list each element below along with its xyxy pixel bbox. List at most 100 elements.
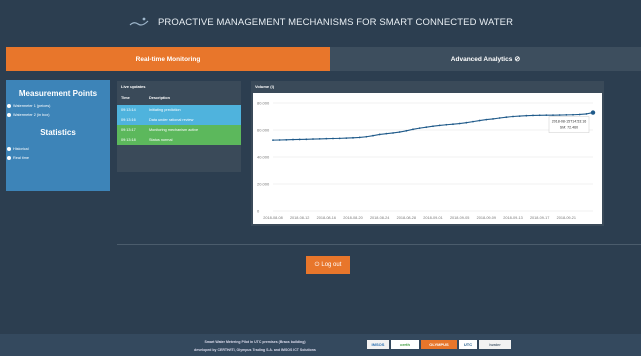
data-point	[505, 116, 508, 119]
x-tick-label: 2018-08-08	[263, 216, 282, 220]
tab-real-time-monitoring[interactable]: Real-time Monitoring	[6, 47, 330, 71]
y-tick-label: 20.000	[257, 182, 270, 187]
data-point	[485, 118, 488, 121]
app-title: PROACTIVE MANAGEMENT MECHANISMS FOR SMAR…	[157, 16, 514, 28]
data-point	[278, 139, 281, 141]
tab-advanced-analytics[interactable]: Advanced Analytics ⊘	[330, 47, 641, 71]
data-point	[305, 138, 308, 141]
radio-icon[interactable]	[7, 155, 11, 160]
data-point	[590, 110, 596, 115]
data-point	[338, 137, 341, 140]
data-point	[298, 138, 301, 141]
logout-label: Log out	[321, 262, 342, 268]
sidebar-item-real-time[interactable]: Real time	[6, 153, 110, 162]
volume-chart-area: 0 20.000 40.000 60.000 80.000 2018-08-08 2018-…	[253, 93, 602, 224]
table-row: 09:13:14 Initiating prediction	[117, 105, 241, 115]
x-tick-label: 2018-08-20	[343, 216, 362, 220]
live-updates-panel: Live updates Time Description 09:13:14 I…	[117, 81, 241, 172]
volume-title: Volume (l)	[255, 84, 275, 89]
data-point	[312, 138, 314, 140]
data-point	[332, 137, 334, 140]
data-point	[285, 138, 288, 141]
volume-line-chart[interactable]: 0 20.000 40.000 60.000 80.000 2018-08-08 2018-…	[253, 93, 602, 224]
tab-label: Advanced Analytics	[450, 55, 513, 63]
imsos-logo: IMSOS	[367, 340, 389, 349]
data-point	[532, 114, 534, 117]
data-point	[472, 120, 474, 123]
logout-button[interactable]: ⏻ Log out	[306, 256, 350, 274]
sidebar-item-watermeter-2[interactable]: Watermeter 2 (in box)	[6, 110, 110, 119]
tooltip-text: 2018-08-15T14:53:16	[552, 120, 587, 124]
x-tick-label: 2018-08-24	[370, 216, 389, 220]
data-point	[425, 126, 428, 129]
data-point	[292, 138, 294, 141]
column-header-time: Time	[121, 96, 130, 100]
x-tick-label: 2018-09-13	[503, 216, 522, 220]
x-tick-label: 2018-09-17	[530, 216, 549, 220]
x-tick-label: 2018-08-28	[397, 216, 416, 220]
table-row: 09:13:17 Monitoring mechanism active	[117, 125, 241, 135]
partner-logos: IMSOS certh OLYMPUS UTC iwater	[367, 340, 511, 349]
x-tick-label: 2018-09-05	[450, 216, 469, 220]
olympus-logo: OLYMPUS	[421, 340, 457, 349]
data-point	[492, 118, 494, 120]
data-point	[318, 138, 321, 140]
measurement-points-title: Measurement Points	[18, 89, 98, 98]
data-point	[478, 119, 481, 122]
data-point	[365, 135, 368, 138]
volume-panel: Volume (l) 0 20.000 40.000 60.000 80.000 2018…	[251, 81, 604, 226]
sidebar-item-watermeter-1[interactable]: Watermeter 1 (peices)	[6, 101, 110, 110]
data-point	[518, 115, 521, 117]
certh-logo: certh	[391, 340, 419, 349]
footer-line-1: Smart Water Metering Pilot in UTC premis…	[204, 340, 306, 344]
data-point	[585, 113, 588, 115]
data-point	[578, 113, 581, 116]
footer-text: Smart Water Metering Pilot in UTC premis…	[150, 338, 360, 354]
radio-icon[interactable]	[7, 112, 11, 117]
data-point	[565, 113, 568, 116]
data-point	[372, 134, 374, 137]
data-point	[452, 123, 454, 126]
data-point	[445, 123, 448, 126]
sidebar-item-historical[interactable]: Historical	[6, 144, 110, 153]
column-header-description: Description	[149, 96, 170, 100]
live-updates-title: Live updates	[121, 84, 146, 89]
tab-label: Real-time Monitoring	[135, 55, 201, 63]
data-point	[405, 129, 408, 132]
x-tick-label: 2018-08-12	[290, 216, 309, 220]
radio-icon[interactable]	[7, 103, 11, 108]
app-header: PROACTIVE MANAGEMENT MECHANISMS FOR SMAR…	[0, 0, 641, 44]
data-point	[358, 136, 361, 139]
footer: Smart Water Metering Pilot in UTC premis…	[0, 334, 641, 356]
y-tick-label: 40.000	[257, 155, 270, 160]
check-circle-icon: ⊘	[514, 56, 521, 63]
sidebar: Measurement Points Watermeter 1 (peices)…	[6, 80, 110, 191]
radio-icon[interactable]	[7, 146, 11, 151]
data-point	[352, 136, 354, 139]
data-point	[512, 115, 514, 118]
data-point	[272, 139, 274, 142]
data-point	[572, 113, 574, 116]
x-tick-label: 2018-08-16	[317, 216, 336, 220]
table-row: 09:13:18 Status normal	[117, 135, 241, 145]
table-row: 09:13:16 Data under rational review	[117, 115, 241, 125]
logout-icon: ⏻	[314, 261, 320, 268]
y-tick-label: 0	[257, 209, 260, 214]
x-tick-label: 2018-09-01	[423, 216, 442, 220]
footer-line-2: developed by CERTH/ITI, Olympus Trading …	[194, 348, 316, 352]
y-tick-label: 60.000	[257, 128, 270, 133]
data-point	[325, 137, 328, 140]
data-point	[558, 114, 561, 116]
data-point	[525, 114, 528, 117]
data-point	[538, 114, 541, 117]
data-point	[432, 125, 434, 128]
y-tick-label: 80.000	[257, 101, 270, 106]
data-point	[458, 122, 461, 125]
data-point	[438, 124, 441, 127]
x-tick-label: 2018-09-21	[557, 216, 576, 220]
data-point	[385, 132, 388, 135]
water-logo-icon	[128, 15, 150, 29]
tooltip-text: SM: 72.460	[560, 126, 578, 130]
data-point	[345, 137, 348, 139]
x-tick-label: 2018-09-09	[477, 216, 496, 220]
